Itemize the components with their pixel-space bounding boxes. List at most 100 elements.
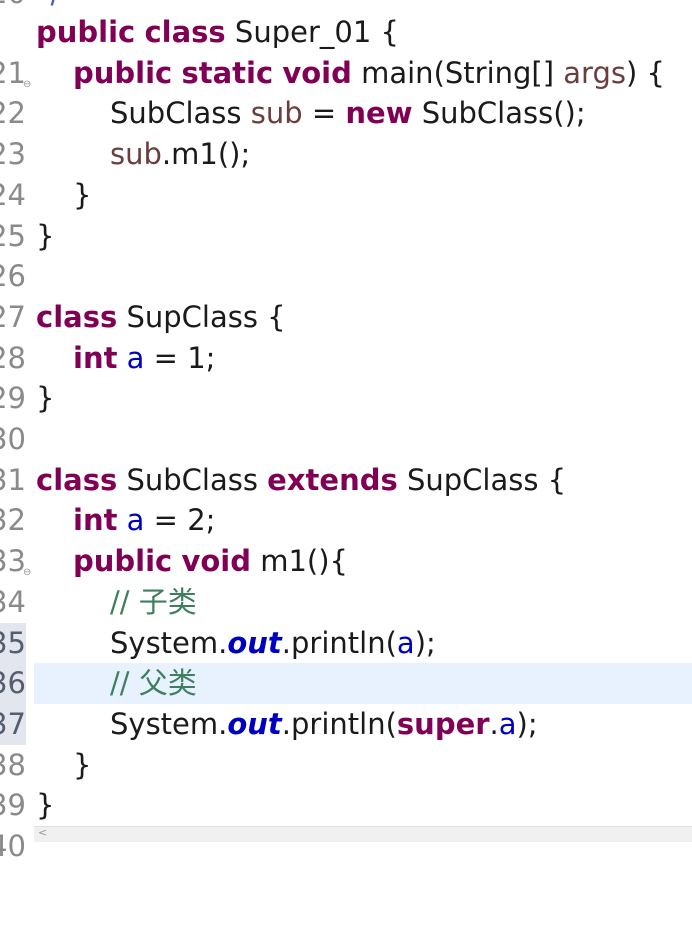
line-number: 30 [0, 422, 26, 456]
field: a [126, 340, 145, 375]
token: = [302, 96, 346, 131]
token: System. [110, 706, 228, 741]
code-line-31[interactable]: 31 [0, 419, 692, 497]
keyword: class [36, 462, 118, 497]
code-text: public class Super_01 { [36, 12, 399, 53]
line-number: 26 [0, 259, 26, 294]
code-text: } [36, 218, 55, 253]
keyword: public [36, 15, 136, 49]
keyword: void [282, 55, 352, 90]
field: a [396, 625, 415, 660]
line-number: 31 [0, 462, 26, 497]
code-text: class SupClass { [36, 297, 286, 338]
token: SubClass(); [412, 96, 586, 131]
code-line-21[interactable]: 21 public class Super_01 { [0, 12, 692, 90]
line-number: 29 [0, 381, 26, 416]
code-line-24[interactable]: 24 sub.m1(); [0, 134, 692, 212]
line-number: 39 [0, 788, 26, 823]
token: SupClass { [397, 462, 567, 497]
code-text: */ [36, 0, 60, 8]
code-line-40[interactable]: 40 } [0, 785, 692, 863]
token: = 2; [144, 503, 216, 538]
keyword: class [144, 15, 226, 49]
keyword: public [73, 544, 173, 579]
line-number: 40 [0, 829, 26, 863]
line-number: 23 [0, 137, 26, 172]
keyword: public [73, 55, 173, 90]
comment: // 父类 [110, 666, 197, 701]
parameter: args [563, 55, 626, 90]
code-text: class SubClass extends SupClass { [36, 460, 566, 501]
token: ) { [625, 55, 665, 90]
token: . [489, 706, 499, 741]
fold-collapse-icon[interactable]: ⊖ [23, 65, 31, 106]
code-text: int a = 1; [73, 338, 215, 379]
code-line-37-current[interactable]: 37 // 父类 [0, 663, 692, 745]
code-line-33[interactable]: 33 int a = 2; [0, 500, 692, 578]
line-number: 25 [0, 218, 26, 253]
token: ); [516, 706, 538, 741]
token: m1(){ [250, 544, 348, 579]
token: SubClass [117, 462, 268, 497]
code-line-36[interactable]: 36 System.out.println(a); [0, 623, 692, 704]
code-text: System.out.println(a); [110, 623, 436, 664]
code-editor[interactable]: 20 */ 21 public class Super_01 { 22 ⊖ pu… [0, 0, 692, 863]
line-number: 32 [0, 503, 26, 538]
code-line-39[interactable]: 39 } [0, 745, 692, 823]
keyword: extends [267, 462, 398, 497]
code-text: } [73, 177, 92, 212]
field: a [498, 706, 517, 741]
code-line-32[interactable]: 32 class SubClass extends SupClass { [0, 460, 692, 538]
token: = 1; [144, 340, 216, 375]
keyword: static [181, 55, 274, 90]
token: main(String[] [351, 55, 564, 90]
code-line-22[interactable]: 22 ⊖ public static void main(String[] ar… [0, 53, 692, 131]
code-line-27[interactable]: 27 [0, 256, 692, 334]
code-text: } [73, 747, 92, 782]
scroll-left-icon[interactable]: < [38, 826, 47, 839]
line-number: 38 [0, 747, 26, 782]
token: System. [110, 625, 228, 660]
static-field: out [227, 706, 282, 741]
keyword: new [345, 96, 413, 131]
line-number: 36 [0, 663, 26, 704]
keyword: int [73, 340, 118, 375]
line-number: 27 [0, 299, 26, 334]
token: .m1(); [161, 137, 251, 172]
line-number: 24 [0, 177, 26, 212]
token: .println( [281, 625, 397, 660]
code-text: sub.m1(); [110, 134, 250, 175]
code-text: public static void main(String[] args) { [73, 53, 665, 94]
code-line-35[interactable]: 35 // 子类 [0, 582, 692, 664]
code-text: } [36, 381, 55, 416]
code-line-38[interactable]: 38 System.out.println(super.a); [0, 704, 692, 782]
code-line-30[interactable]: 30 } [0, 378, 692, 456]
token: SubClass [110, 96, 251, 131]
keyword: void [181, 544, 251, 579]
code-text: public void m1(){ [73, 541, 348, 582]
code-text: int a = 2; [73, 500, 215, 541]
line-number: 28 [0, 340, 26, 375]
line-number: 20 [0, 0, 26, 8]
code-line-29[interactable]: 29 int a = 1; [0, 338, 692, 416]
token: .println( [281, 706, 397, 741]
keyword: super [396, 706, 490, 741]
code-line-23[interactable]: 23 SubClass sub = new SubClass(); [0, 93, 692, 171]
code-line-34[interactable]: 34 ⊖ public void m1(){ [0, 541, 692, 619]
horizontal-scrollbar[interactable]: < [34, 826, 692, 842]
code-line-28[interactable]: 28 class SupClass { [0, 297, 692, 375]
token: ); [414, 625, 436, 660]
code-text: } [36, 788, 55, 823]
static-field: out [227, 625, 282, 660]
code-line-26[interactable]: 26 } [0, 216, 692, 294]
code-line-25[interactable]: 25 } [0, 175, 692, 253]
line-number: 37 [0, 703, 26, 745]
line-number: 35 [0, 622, 26, 664]
token: Super_01 { [225, 15, 399, 49]
comment: // 子类 [110, 584, 197, 619]
local-variable: sub [110, 137, 162, 172]
token: SupClass { [117, 299, 286, 334]
keyword: int [73, 503, 118, 538]
fold-collapse-icon[interactable]: ⊖ [23, 553, 31, 594]
local-variable: sub [250, 96, 303, 131]
